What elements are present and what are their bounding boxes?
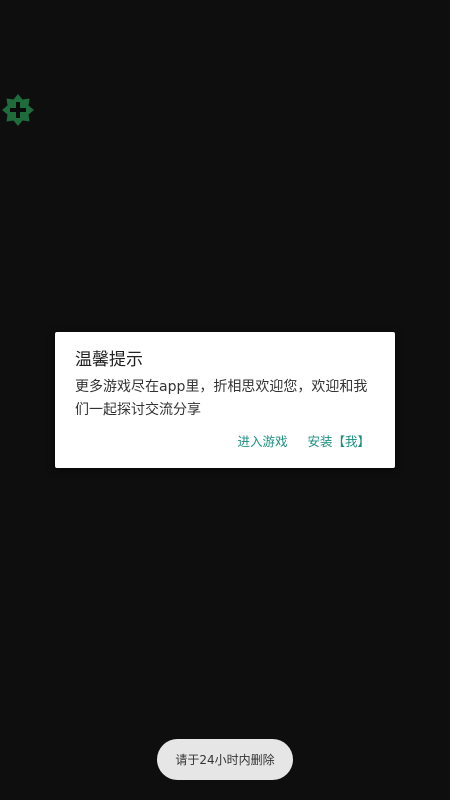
enter-game-button[interactable]: 进入游戏 bbox=[237, 432, 287, 452]
dialog-actions: 进入游戏 安装【我】 bbox=[237, 432, 370, 452]
toast-message: 请于24小时内删除 bbox=[157, 739, 293, 780]
floating-add-button[interactable] bbox=[1, 93, 35, 127]
app-screen: 温馨提示 更多游戏尽在app里，折相思欢迎您，欢迎和我们一起探讨交流分享 进入游… bbox=[0, 0, 450, 800]
dialog-title: 温馨提示 bbox=[75, 350, 143, 370]
plus-badge-icon bbox=[2, 94, 34, 126]
dialog-message: 更多游戏尽在app里，折相思欢迎您，欢迎和我们一起探讨交流分享 bbox=[75, 379, 368, 418]
install-button[interactable]: 安装【我】 bbox=[307, 432, 370, 452]
notice-dialog: 温馨提示 更多游戏尽在app里，折相思欢迎您，欢迎和我们一起探讨交流分享 进入游… bbox=[55, 332, 395, 468]
